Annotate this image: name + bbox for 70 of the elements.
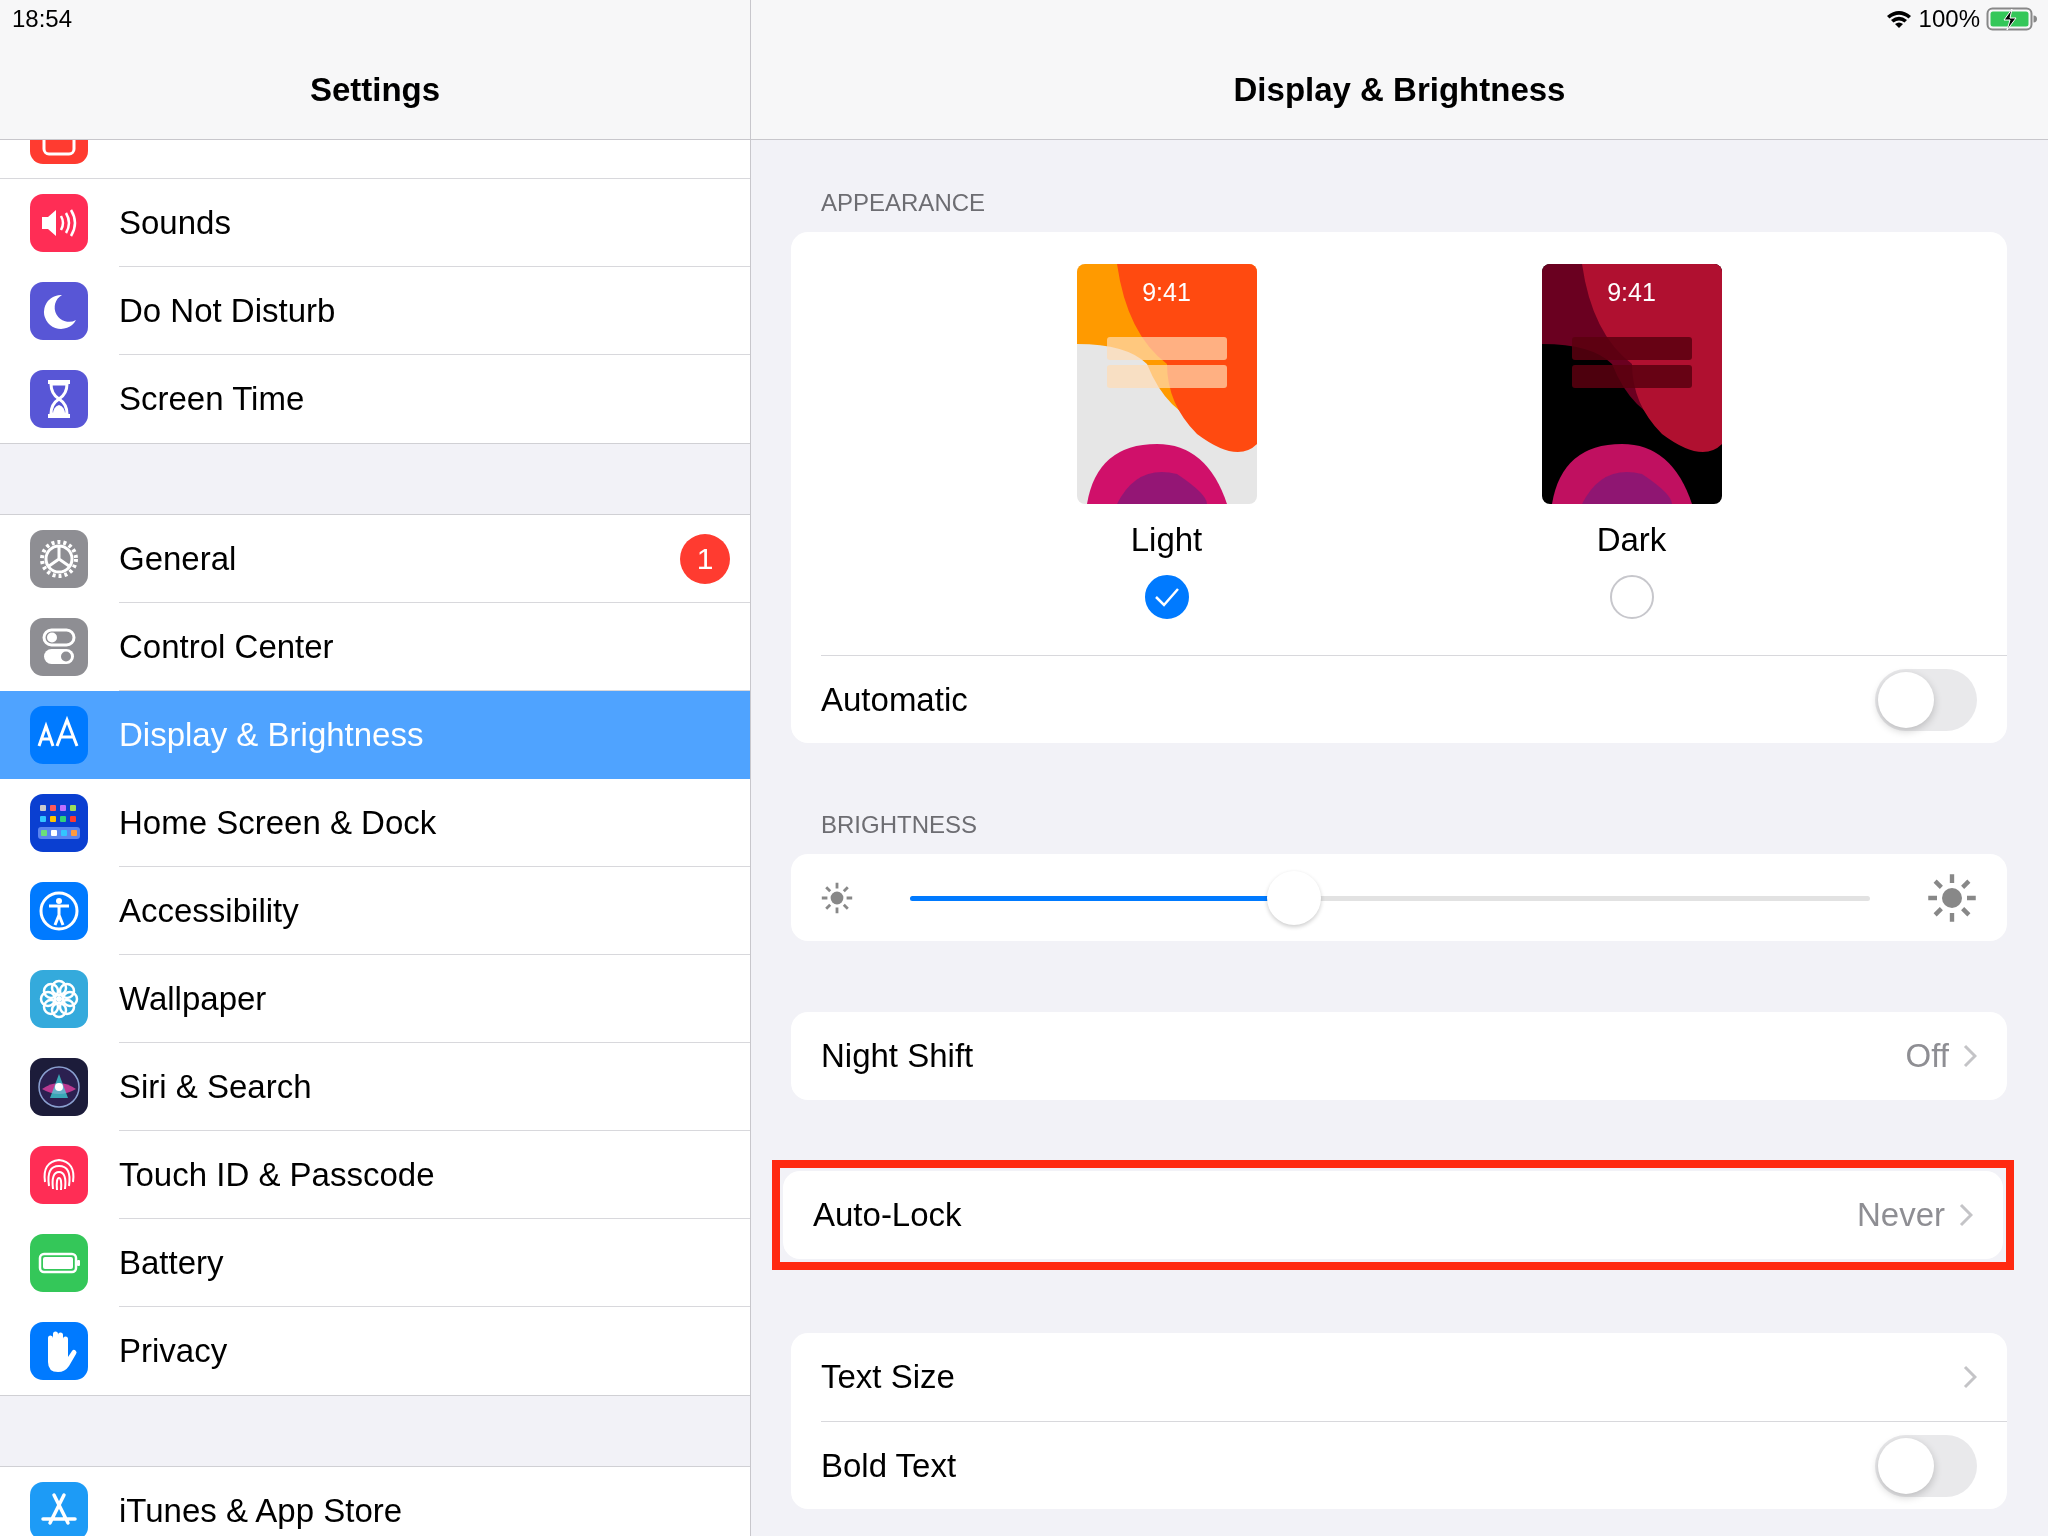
sidebar-item[interactable]: Siri & Search: [0, 1043, 750, 1131]
item-label: Control Center: [119, 627, 335, 666]
item-label: Wallpaper: [119, 979, 268, 1018]
chevron-icon[interactable]: [1963, 1365, 1977, 1389]
item-label: Siri & Search: [119, 1067, 313, 1106]
battery-percent: 100%: [1918, 5, 1980, 33]
nav-title: Display & Brightness: [1233, 70, 1566, 110]
sidebar-item[interactable]: iTunes & App Store: [0, 1467, 750, 1536]
orb-icon: [30, 1058, 88, 1116]
row-label: Text Size: [821, 1358, 956, 1396]
sidebar-item[interactable]: Privacy: [0, 1307, 750, 1395]
row-label: Night Shift: [821, 1037, 975, 1075]
battery-charging-icon: [1986, 6, 2038, 32]
section-header: BRIGHTNESS: [820, 810, 979, 840]
sidebar-item[interactable]: Accessibility: [0, 867, 750, 955]
item-label: iTunes & App Store: [119, 1492, 404, 1530]
item-label: Screen Time: [119, 380, 306, 418]
text-size-icon: [30, 706, 88, 764]
theme-label: Light: [1130, 520, 1203, 560]
fingerprint-icon: [30, 1146, 88, 1204]
sidebar-item[interactable]: Touch ID & Passcode: [0, 1131, 750, 1219]
preview-clock: 9:41: [1141, 278, 1192, 307]
sidebar-item[interactable]: Wallpaper: [0, 955, 750, 1043]
app-grid-icon: [30, 794, 88, 852]
checkmark-icon: [1153, 587, 1180, 607]
sidebar-item[interactable]: Home Screen & Dock: [0, 779, 750, 867]
theme-label: Dark: [1596, 520, 1667, 560]
item-label: Accessibility: [119, 891, 300, 930]
gear-icon: [30, 530, 88, 588]
wallpaper-drawing[interactable]: [1541, 264, 1722, 504]
row-value: Never: [1856, 1196, 1945, 1234]
sidebar-item[interactable]: General 1: [0, 515, 750, 603]
row-value: Off: [1905, 1037, 1949, 1075]
row-label: Auto-Lock: [813, 1196, 963, 1234]
section-header: APPEARANCE: [820, 188, 987, 218]
clock-time: 18:54: [12, 5, 73, 33]
moon-icon: [30, 282, 88, 340]
wallpaper-drawing[interactable]: [1076, 264, 1257, 504]
notification-badge: 1: [680, 533, 730, 584]
preview-clock: 9:41: [1606, 278, 1657, 307]
item-label: Home Screen & Dock: [119, 803, 438, 842]
item-label: Touch ID & Passcode: [119, 1155, 436, 1194]
sidebar-item[interactable]: Do Not Disturb: [0, 267, 750, 355]
toggles-icon: [30, 618, 88, 676]
flower-icon: [30, 970, 88, 1028]
radio-button[interactable]: [1144, 575, 1189, 619]
sidebar-item[interactable]: Screen Time: [0, 355, 750, 443]
accessibility-icon: [30, 882, 88, 940]
hand-icon: [30, 1322, 88, 1380]
item-label: Display & Brightness: [119, 715, 425, 754]
battery-icon: [30, 1234, 88, 1292]
nav-title: Settings: [309, 70, 441, 110]
item-label: Sounds: [119, 203, 232, 242]
item-label: Privacy: [119, 1332, 229, 1370]
toggle-switch[interactable]: [1875, 668, 1977, 731]
row-label: Bold Text: [821, 1446, 958, 1485]
item-label: Do Not Disturb: [119, 291, 337, 330]
dim-sun-icon: [821, 881, 853, 914]
bright-sun-icon: [1927, 872, 1977, 923]
toggle-switch[interactable]: [1875, 1434, 1977, 1497]
chevron-icon[interactable]: [1963, 1044, 1977, 1068]
item-label: General: [119, 539, 238, 578]
sidebar-item[interactable]: Battery: [0, 1219, 750, 1307]
chevron-icon[interactable]: [1959, 1203, 1973, 1227]
row-label: Automatic: [821, 680, 969, 719]
item-label: Battery: [119, 1243, 225, 1282]
hourglass-icon: [30, 370, 88, 428]
radio-button[interactable]: [1609, 575, 1654, 619]
sidebar-item[interactable]: Sounds: [0, 179, 750, 267]
speaker-icon: [30, 194, 88, 252]
